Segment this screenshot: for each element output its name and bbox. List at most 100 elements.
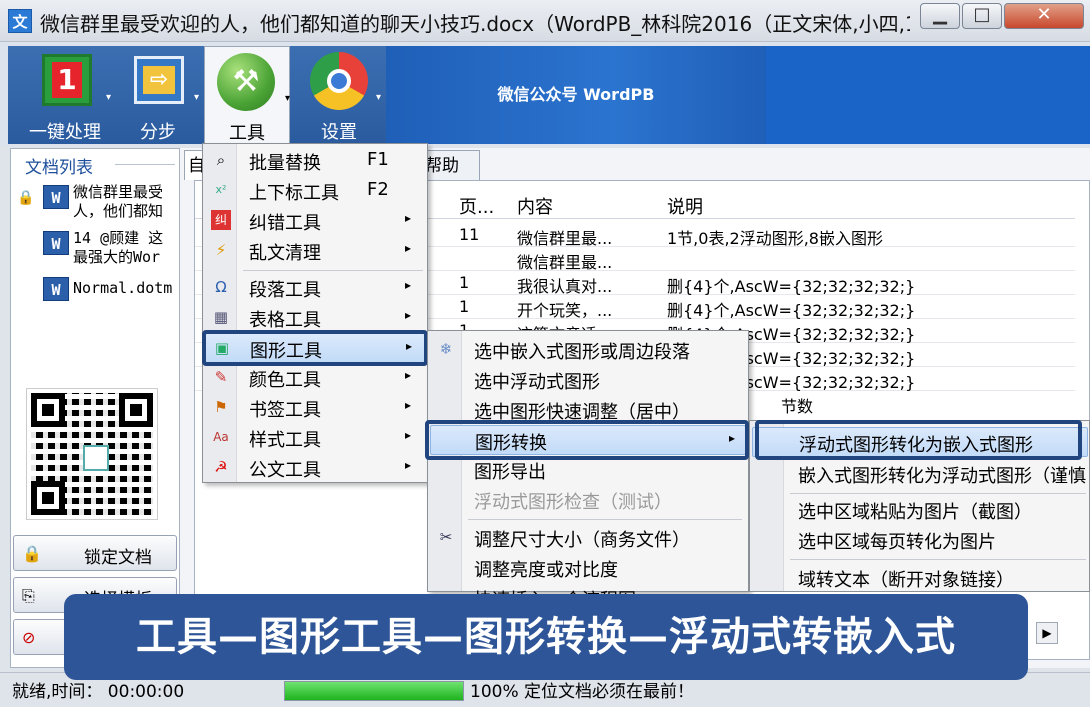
close-button[interactable]: ✕ <box>1004 3 1084 29</box>
submenu-arrow-icon: ▸ <box>405 308 412 322</box>
menu-item-cleanup[interactable]: ⚡ 乱文清理 ▸ <box>205 236 425 266</box>
color-icon: ✎ <box>214 368 228 386</box>
snowflake-icon: ❄ <box>439 340 453 358</box>
omega-icon: Ω <box>215 278 227 296</box>
ribbon-fill <box>766 46 1090 144</box>
menu-label: 样式工具 <box>249 430 321 451</box>
menu-item-inline-to-floating[interactable]: 嵌入式图形转化为浮动式图形（谨慎 <box>752 459 1088 489</box>
menu-separator <box>790 559 1086 560</box>
menu-label: 乱文清理 <box>249 243 321 264</box>
cell-desc: 删{4}个,AscW={32;32;32;32;} <box>667 301 916 320</box>
status-message: 100% 定位文档必须在最前！ <box>470 682 695 702</box>
document-item[interactable]: W Normal.dotm <box>15 275 177 305</box>
minimize-button[interactable]: ▁ <box>920 3 960 29</box>
progress-fill <box>285 682 463 700</box>
step-by-step-button[interactable]: ⇨ ▾ 分步 <box>118 46 199 144</box>
step-label: 分步 <box>140 122 176 143</box>
dropdown-arrow-icon[interactable]: ▾ <box>194 92 199 103</box>
ribbon: 1 ▾ 一键处理 ⇨ ▾ 分步 ⚒ ▾ 工具 ▾ 设置 微信公众号 WordPB <box>0 42 1090 146</box>
maximize-button[interactable]: □ <box>962 3 1002 29</box>
lock-icon: 🔒 <box>22 544 42 563</box>
word-doc-icon: W <box>43 231 69 255</box>
menu-item-color-tool[interactable]: ✎ 颜色工具 ▸ <box>205 363 425 393</box>
menu-item-brightness[interactable]: 调整亮度或对比度 <box>430 553 746 583</box>
qr-logo <box>83 445 109 471</box>
document-list-panel: 文档列表 🔒 W 微信群里最受 人，他们都知 W 14 @顾建 这 最强大的Wo… <box>10 148 180 668</box>
tools-menu: ⌕ 批量替换 F1 x² 上下标工具 F2 纠 纠错工具 ▸ ⚡ 乱文清理 ▸ … <box>202 143 428 483</box>
menu-item-bookmark-tool[interactable]: ⚑ 书签工具 ▸ <box>205 393 425 423</box>
cell-content: 我很认真对... <box>517 277 613 296</box>
table-icon: ▦ <box>213 308 229 326</box>
cell-page: 1 <box>459 273 470 292</box>
scroll-right-arrow[interactable]: ▶ <box>1036 622 1058 644</box>
clean-icon: ⚡ <box>215 241 227 259</box>
menu-item-style-tool[interactable]: Aa 样式工具 ▸ <box>205 423 425 453</box>
cell-desc: 节数 <box>781 397 814 416</box>
caption-banner: 工具—图形工具—图形转换—浮动式转嵌入式 <box>64 594 1028 680</box>
menu-label: 调整尺寸大小（商务文件） <box>474 530 690 551</box>
menu-item-resize[interactable]: ✂ 调整尺寸大小（商务文件） <box>430 523 746 553</box>
menu-label: 纠错工具 <box>249 213 321 234</box>
tools-button[interactable]: ⚒ ▾ 工具 <box>204 46 290 146</box>
dropdown-arrow-icon[interactable]: ▾ <box>376 92 381 103</box>
cell-content: 开个玩笑，... <box>517 301 613 320</box>
divider <box>115 164 175 165</box>
settings-button[interactable]: ▾ 设置 <box>296 46 382 144</box>
menu-item-field-to-text[interactable]: 域转文本（断开对象链接） <box>752 563 1088 593</box>
superscript-icon: x² <box>215 183 227 196</box>
menu-item-table-tool[interactable]: ▦ 表格工具 ▸ <box>205 303 425 333</box>
highlight-frame <box>755 420 1082 460</box>
menu-label: 嵌入式图形转化为浮动式图形（谨慎 <box>798 466 1086 487</box>
cell-content: 微信群里最... <box>517 229 613 248</box>
column-page[interactable]: 页... <box>459 193 494 219</box>
menu-item-superscript-tool[interactable]: x² 上下标工具 F2 <box>205 176 425 206</box>
menu-item-floating-check: 浮动式图形检查（测试） <box>430 485 746 515</box>
correct-icon: 纠 <box>211 210 231 230</box>
document-name: 微信群里最受 <box>73 183 164 201</box>
menu-item-official-doc-tool[interactable]: ☭ 公文工具 ▸ <box>205 453 425 483</box>
dropdown-arrow-icon[interactable]: ▾ <box>106 92 111 103</box>
menu-item-select-floating[interactable]: 选中浮动式图形 <box>430 365 746 395</box>
submenu-arrow-icon: ▸ <box>405 428 412 442</box>
one-click-label: 一键处理 <box>29 122 101 143</box>
menu-label: 批量替换 <box>249 153 321 174</box>
column-content[interactable]: 内容 <box>517 193 553 219</box>
menu-item-paragraph-tool[interactable]: Ω 段落工具 ▸ <box>205 273 425 303</box>
menu-item-page-to-picture[interactable]: 选中区域每页转化为图片 <box>752 525 1088 555</box>
binoculars-icon: ⌕ <box>216 151 226 169</box>
tab-help[interactable]: 帮助 <box>420 150 480 180</box>
one-click-icon: 1 <box>42 54 92 106</box>
menu-item-paste-as-picture[interactable]: 选中区域粘贴为图片（截图） <box>752 495 1088 525</box>
menu-label: 选中区域粘贴为图片（截图） <box>798 502 1032 523</box>
status-text: 就绪,时间： 00:00:00 <box>12 682 185 702</box>
submenu-arrow-icon: ▸ <box>405 398 412 412</box>
document-name: 最强大的Wor <box>73 248 161 266</box>
highlight-frame <box>202 330 428 366</box>
submenu-arrow-icon: ▸ <box>405 241 412 255</box>
one-click-process-button[interactable]: 1 ▾ 一键处理 <box>20 46 111 144</box>
stop-icon: ⊘ <box>22 628 36 647</box>
document-item[interactable]: 🔒 W 微信群里最受 人，他们都知 <box>15 183 177 223</box>
settings-label: 设置 <box>321 122 357 143</box>
lock-document-button[interactable]: 🔒 锁定文档 <box>13 535 177 571</box>
menu-label: 图形导出 <box>474 462 546 483</box>
menu-item-select-inline[interactable]: ❄ 选中嵌入式图形或周边段落 <box>430 335 746 365</box>
menu-label: 选中嵌入式图形或周边段落 <box>474 342 690 363</box>
cell-page: 11 <box>459 225 480 244</box>
submenu-arrow-icon: ▸ <box>405 278 412 292</box>
document-name: 人，他们都知 <box>73 202 164 220</box>
menu-label: 书签工具 <box>249 400 321 421</box>
menu-separator <box>468 519 742 520</box>
dropdown-arrow-icon[interactable]: ▾ <box>285 93 290 104</box>
app-window: 文 微信群里最受欢迎的人，他们都知道的聊天小技巧.docx（WordPB_林科院… <box>0 0 1090 707</box>
menu-separator <box>243 270 423 271</box>
ribbon-toolbar: 1 ▾ 一键处理 ⇨ ▾ 分步 ⚒ ▾ 工具 ▾ 设置 <box>8 46 386 146</box>
menu-label: 调整亮度或对比度 <box>474 560 618 581</box>
tools-icon: ⚒ <box>217 53 275 111</box>
title-bar: 文 微信群里最受欢迎的人，他们都知道的聊天小技巧.docx（WordPB_林科院… <box>0 0 1090 42</box>
column-description[interactable]: 说明 <box>667 193 703 219</box>
menu-item-correction-tool[interactable]: 纠 纠错工具 ▸ <box>205 206 425 236</box>
menu-item-batch-replace[interactable]: ⌕ 批量替换 F1 <box>205 146 425 176</box>
menu-label: 选中浮动式图形 <box>474 372 600 393</box>
document-item[interactable]: W 14 @顾建 这 最强大的Wor <box>15 229 177 269</box>
